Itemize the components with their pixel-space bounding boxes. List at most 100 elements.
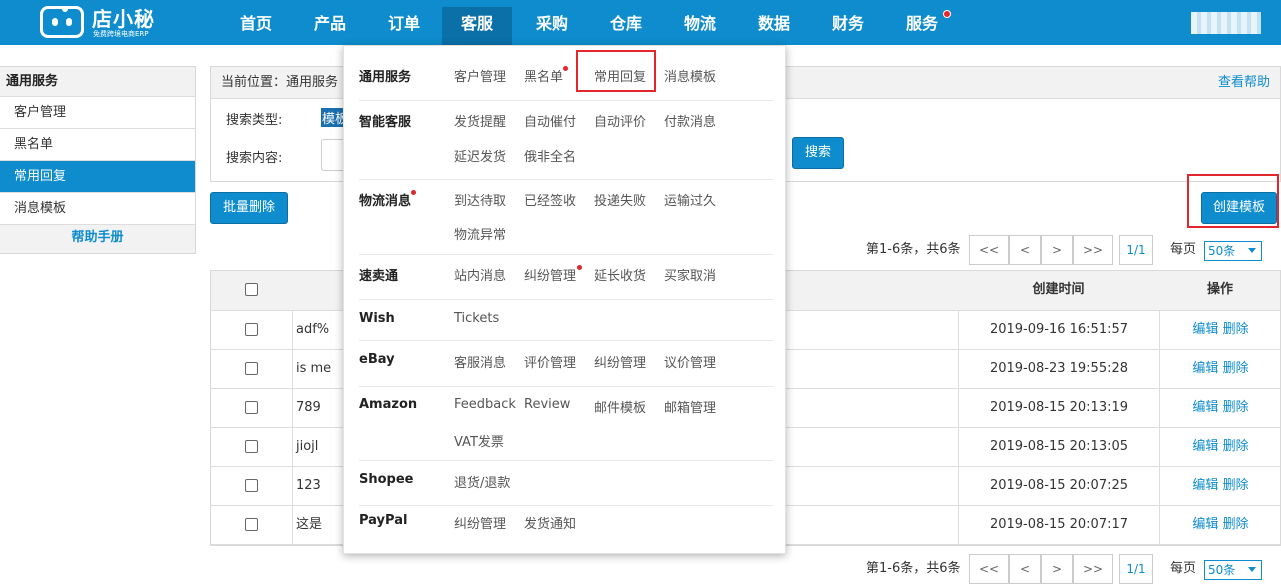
new-dot-icon	[411, 190, 416, 195]
menu-link-auto-review[interactable]: 自动评价	[594, 111, 646, 130]
logo-title: 店小秘	[92, 7, 155, 31]
search-button[interactable]: 搜索	[792, 137, 844, 169]
menu-link-vat-invoice[interactable]: VAT发票	[454, 431, 504, 450]
pagination-info-bottom: 第1-6条，共6条	[866, 561, 961, 576]
edit-link[interactable]: 编辑	[1192, 400, 1218, 415]
nav-home[interactable]: 首页	[236, 7, 276, 45]
menu-link-payment-message[interactable]: 付款消息	[664, 111, 716, 130]
select-all-checkbox[interactable]	[245, 283, 258, 296]
menu-link-site-messages[interactable]: 站内消息	[454, 265, 506, 284]
menu-link-ebay-offers[interactable]: 议价管理	[664, 352, 716, 371]
new-dot-icon	[577, 265, 582, 270]
menu-link-email-templates[interactable]: 邮件模板	[594, 397, 646, 416]
created-time-header: 创建时间	[1032, 282, 1085, 297]
menu-link-ebay-reviews[interactable]: 评价管理	[524, 352, 576, 371]
menu-link-shipping-notice[interactable]: 发货通知	[524, 513, 576, 532]
per-page-label: 每页	[1170, 242, 1197, 257]
next-page-button-bottom[interactable]: >	[1041, 554, 1073, 584]
menu-link-customer-management[interactable]: 客户管理	[454, 66, 506, 85]
edit-link[interactable]: 编辑	[1192, 478, 1218, 493]
edit-link[interactable]: 编辑	[1192, 439, 1218, 454]
nav-finance[interactable]: 财务	[828, 7, 868, 45]
menu-link-shipping-reminder[interactable]: 发货提醒	[454, 111, 506, 130]
menu-link-dispute-management[interactable]: 纠纷管理	[524, 265, 576, 284]
created-time: 2019-09-16 16:51:57	[958, 311, 1159, 349]
menu-link-mailbox-management[interactable]: 邮箱管理	[664, 397, 716, 416]
sidebar-help-manual[interactable]: 帮助手册	[0, 225, 195, 253]
actions-header: 操作	[1206, 282, 1233, 297]
edit-link[interactable]: 编辑	[1192, 361, 1218, 376]
menu-link-auto-payment-reminder[interactable]: 自动催付	[524, 111, 576, 130]
delete-link[interactable]: 删除	[1223, 517, 1249, 532]
nav-services[interactable]: 服务	[902, 7, 951, 45]
menu-link-returns-refunds[interactable]: 退货/退款	[454, 472, 510, 491]
menu-link-signed[interactable]: 已经签收	[524, 190, 576, 209]
menu-link-blacklist[interactable]: 黑名单	[524, 66, 563, 85]
menu-link-ebay-messages[interactable]: 客服消息	[454, 352, 506, 371]
menu-link-buyer-cancel[interactable]: 买家取消	[664, 265, 716, 284]
nav-logistics[interactable]: 物流	[680, 7, 720, 45]
menu-link-review[interactable]: Review	[524, 397, 570, 412]
created-time: 2019-08-15 20:07:17	[958, 506, 1159, 544]
menu-link-message-templates[interactable]: 消息模板	[664, 66, 716, 85]
per-page-select-bottom[interactable]: 50条	[1204, 560, 1262, 580]
row-checkbox[interactable]	[245, 362, 258, 375]
created-time: 2019-08-23 19:55:28	[958, 350, 1159, 388]
delete-link[interactable]: 删除	[1223, 400, 1249, 415]
prev-page-button[interactable]: <	[1009, 235, 1041, 265]
logo[interactable]: 店小秘 免费跨境电商ERP	[40, 3, 170, 41]
menu-link-paypal-disputes[interactable]: 纠纷管理	[454, 513, 506, 532]
prev-page-button-bottom[interactable]: <	[1009, 554, 1041, 584]
menu-group-shopee: Shopee 退货/退款	[359, 472, 773, 506]
menu-group-title: Shopee	[359, 472, 414, 487]
batch-delete-button[interactable]: 批量删除	[210, 192, 288, 224]
edit-link[interactable]: 编辑	[1192, 517, 1218, 532]
nav-purchasing[interactable]: 采购	[532, 7, 572, 45]
sidebar-item-common-replies[interactable]: 常用回复	[0, 161, 195, 193]
nav-products[interactable]: 产品	[310, 7, 350, 45]
sidebar-item-blacklist[interactable]: 黑名单	[0, 129, 195, 161]
row-checkbox[interactable]	[245, 479, 258, 492]
next-page-button[interactable]: >	[1041, 235, 1073, 265]
last-page-button-bottom[interactable]: >>	[1073, 554, 1113, 584]
menu-group-title: Wish	[359, 311, 395, 326]
row-checkbox[interactable]	[245, 401, 258, 414]
menu-group-title: 智能客服	[359, 115, 412, 130]
menu-link-awaiting-pickup[interactable]: 到达待取	[454, 190, 506, 209]
highlight-create-template	[1187, 174, 1279, 228]
select-all-cell	[211, 271, 292, 310]
menu-link-extend-receipt[interactable]: 延长收货	[594, 265, 646, 284]
delete-link[interactable]: 删除	[1223, 478, 1249, 493]
row-checkbox[interactable]	[245, 323, 258, 336]
menu-link-full-name[interactable]: 俄非全名	[524, 146, 576, 165]
delete-link[interactable]: 删除	[1223, 322, 1249, 337]
sidebar-item-customer-management[interactable]: 客户管理	[0, 97, 195, 129]
per-page-select[interactable]: 50条	[1204, 241, 1262, 261]
menu-group-amazon: Amazon Feedback Review 邮件模板 邮箱管理 VAT发票	[359, 397, 773, 461]
last-page-button[interactable]: >>	[1073, 235, 1113, 265]
row-checkbox[interactable]	[245, 518, 258, 531]
sidebar-item-message-templates[interactable]: 消息模板	[0, 193, 195, 225]
menu-link-transit-too-long[interactable]: 运输过久	[664, 190, 716, 209]
delete-link[interactable]: 删除	[1223, 361, 1249, 376]
first-page-button-bottom[interactable]: <<	[969, 554, 1009, 584]
first-page-button[interactable]: <<	[969, 235, 1009, 265]
menu-group-ebay: eBay 客服消息 评价管理 纠纷管理 议价管理	[359, 352, 773, 387]
user-area[interactable]	[1191, 12, 1261, 34]
nav-customer-service[interactable]: 客服	[442, 7, 512, 45]
notification-dot-icon	[943, 10, 951, 18]
menu-link-ebay-disputes[interactable]: 纠纷管理	[594, 352, 646, 371]
menu-link-feedback[interactable]: Feedback	[454, 397, 516, 412]
delete-link[interactable]: 删除	[1223, 439, 1249, 454]
nav-orders[interactable]: 订单	[384, 7, 424, 45]
nav-data[interactable]: 数据	[754, 7, 794, 45]
view-help-link[interactable]: 查看帮助	[1218, 67, 1270, 99]
menu-group-title: 通用服务	[359, 70, 412, 85]
nav-warehouse[interactable]: 仓库	[606, 7, 646, 45]
menu-link-delivery-failed[interactable]: 投递失败	[594, 190, 646, 209]
menu-link-delayed-shipping[interactable]: 延迟发货	[454, 146, 506, 165]
row-checkbox[interactable]	[245, 440, 258, 453]
menu-link-logistics-exception[interactable]: 物流异常	[454, 224, 506, 243]
menu-link-tickets[interactable]: Tickets	[454, 311, 499, 326]
edit-link[interactable]: 编辑	[1192, 322, 1218, 337]
